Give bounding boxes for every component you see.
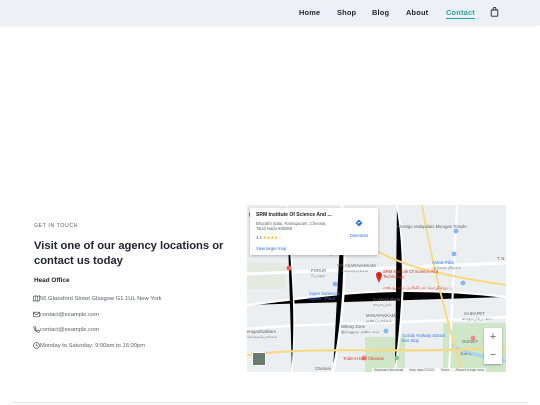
nav-link-shop[interactable]: Shop <box>337 8 356 17</box>
view-larger-map-link[interactable]: View larger map <box>256 246 286 251</box>
map-data-text: Map data ©2022 <box>409 368 435 372</box>
place-title: SRM Institute Of Science And ... <box>256 212 332 218</box>
map-icon <box>33 295 40 302</box>
map-label-manapakkam-local: மணப்பாக்கம் <box>366 318 392 323</box>
directions-label: Directions <box>349 233 369 238</box>
email-row[interactable]: contact@example.com <box>33 310 99 319</box>
map-label-guindy-station: Guindy Railway Station Bus Stop <box>402 333 446 343</box>
map-label-chennai: Chennai <box>315 366 331 371</box>
zoom-controls: + − <box>484 328 502 364</box>
map-label-arumigu: Arumigu Vadapalani Murugan Temple <box>397 224 467 229</box>
terms-link[interactable]: Terms <box>440 368 449 373</box>
section-eyebrow: GET IN TOUCH <box>34 223 79 229</box>
map-label-gerugambakkam-local: கெருகம்பாக்கம் <box>247 334 277 339</box>
directions-icon <box>355 219 363 227</box>
directions-button[interactable]: Directions <box>346 214 372 238</box>
report-error-link[interactable]: Report a map error <box>456 368 485 373</box>
phone-text[interactable]: contact@example.com <box>40 327 99 333</box>
rating-value: 4.1 <box>256 235 262 240</box>
rating-stars: ★★★★☆ <box>263 235 282 240</box>
footer-divider <box>12 402 528 403</box>
email-text[interactable]: contact@example.com <box>40 312 99 318</box>
map-label-ramapuram-local: ராமாபுரம் <box>373 302 392 307</box>
map-label-guindy-local: கிண்டி <box>460 351 473 356</box>
nav-link-home[interactable]: Home <box>299 8 320 17</box>
map-label-t-nagar: T. N <box>497 256 505 261</box>
place-rating: 4.1 ★★★★☆ <box>256 235 282 240</box>
map-label-super-saravana: Super Saravana Stores - Porur <box>309 291 340 301</box>
map-label-trident: Trident Hotel Chennai <box>343 356 384 361</box>
envelope-icon <box>33 311 40 318</box>
zoom-out-button[interactable]: − <box>484 346 502 364</box>
nav-link-contact[interactable]: Contact <box>446 8 475 19</box>
map-marker-label: SRM Institute Of Science And Technology <box>383 269 439 279</box>
keyboard-shortcuts-link[interactable]: Keyboard shortcuts <box>374 368 403 373</box>
shopping-bag-icon[interactable] <box>490 7 499 17</box>
hours-text: Monday to Saturday: 9:00am to 16:00pm <box>40 342 146 349</box>
map-layer-toggle[interactable] <box>252 352 266 366</box>
map-attribution: Keyboard shortcuts Map data ©2022 Terms … <box>372 368 487 373</box>
head-office-title: Head Office <box>34 277 70 284</box>
zoom-in-button[interactable]: + <box>484 328 502 346</box>
map-place-card: SRM Institute Of Science And ... Bharath… <box>250 208 378 255</box>
nav-link-blog[interactable]: Blog <box>372 8 389 17</box>
phone-icon <box>33 326 40 333</box>
clock-icon <box>33 342 40 349</box>
map-label-valasaravakkam-local: வளசரவாக்கம் <box>341 268 369 273</box>
map-label-guindy: GUINDY <box>462 339 479 344</box>
top-navbar: Home Shop Blog About Contact <box>0 0 540 25</box>
section-heading: Visit one of our agency locations or con… <box>34 240 224 267</box>
nav-link-about[interactable]: About <box>406 8 428 17</box>
address-row: 56 Glassford Street Glasgow G1 1UL New Y… <box>33 294 162 303</box>
place-address: Bharathi Salai, Ramapuram, Chennai, Tami… <box>256 221 327 231</box>
phone-row[interactable]: contact@example.com <box>33 325 99 334</box>
map-label-porur-local: போரூர் <box>311 273 326 278</box>
address-text: 56 Glassford Street Glasgow G1 1UL New Y… <box>40 295 162 302</box>
hours-row: Monday to Saturday: 9:00am to 16:00pm <box>33 341 145 350</box>
map-marker-label-local: எஸ்ஆர்எம் அறிவியல் தொழில்நுட்ப <box>383 285 454 290</box>
map-label-military-local: இராணுவ மண்டலம் <box>341 329 380 334</box>
map-label-saidapet-local: சைதாப்பேட்டை <box>462 316 494 321</box>
